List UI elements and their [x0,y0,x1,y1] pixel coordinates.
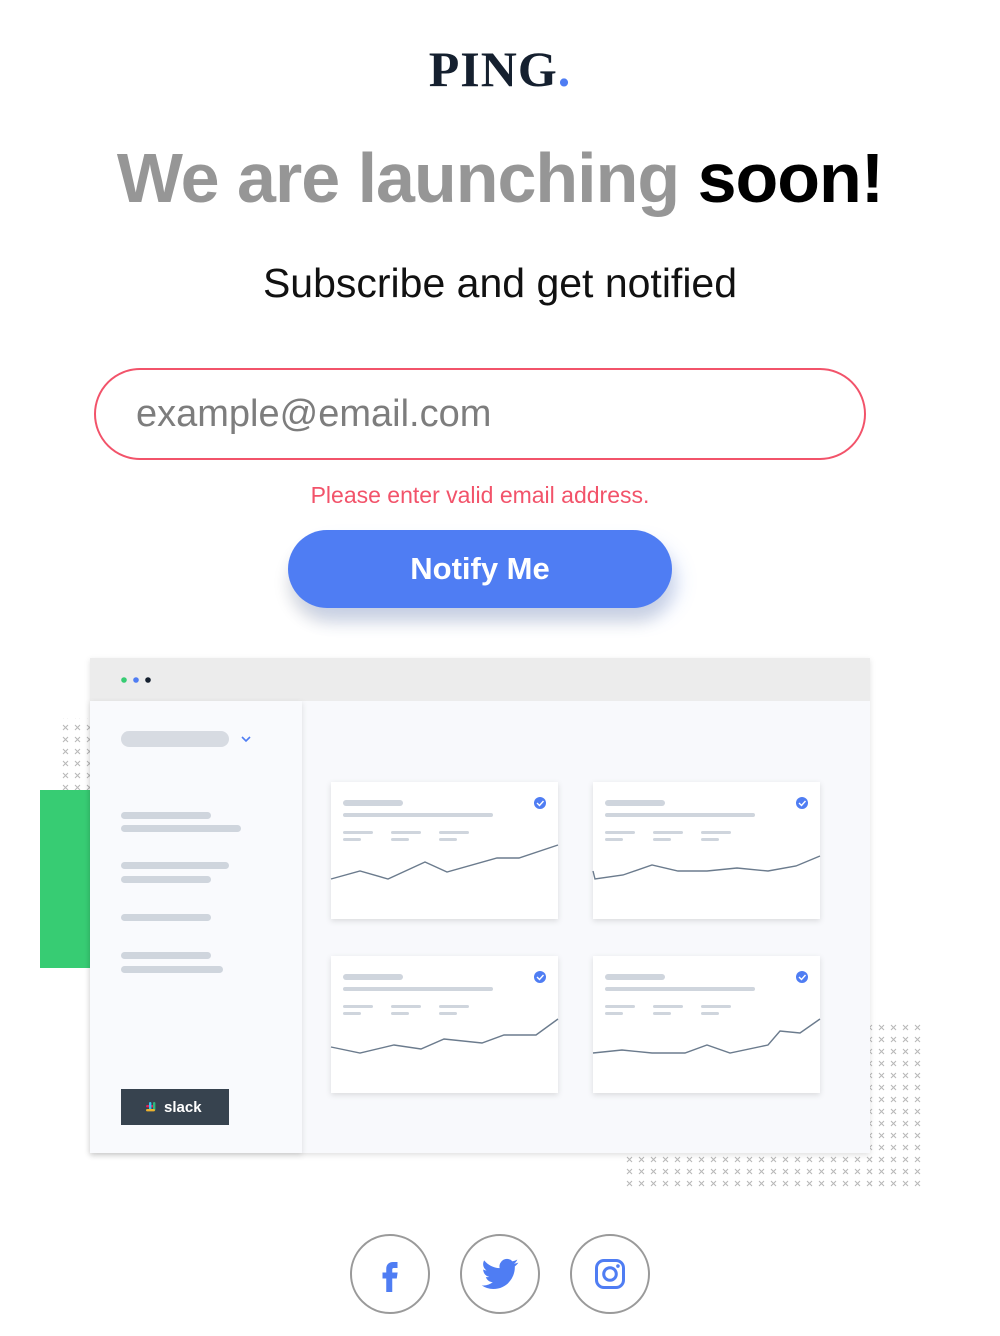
green-accent [40,790,92,968]
dashboard-illustration: slack [0,650,1000,1210]
chart-card-1 [330,782,559,919]
brand-logo: PING. [0,40,1000,98]
sidebar-select [121,731,229,747]
twitter-icon [481,1258,519,1289]
chart-card-2 [592,782,821,919]
chart-card-4 [592,956,821,1093]
title-light: We are launching [116,139,680,217]
title-bold: soon! [697,139,885,217]
facebook-icon [382,1262,398,1292]
window-dot-blue [133,677,139,683]
subtitle: Subscribe and get notified [262,260,738,306]
slack-label: slack [164,1099,202,1116]
social-links [0,1234,1000,1314]
brand-name: PING [428,41,558,97]
email-input[interactable] [94,368,866,460]
sidebar [90,701,302,1153]
window-titlebar [90,658,870,701]
twitter-link[interactable] [460,1234,540,1314]
chart-card-3 [330,956,559,1093]
facebook-link[interactable] [350,1234,430,1314]
brand-dot: . [557,41,572,97]
notify-me-button[interactable]: Notify Me [288,530,672,608]
window-dot-dark [145,677,151,683]
instagram-link[interactable] [570,1234,650,1314]
email-error-message: Please enter valid email address. [310,482,650,508]
instagram-icon [595,1259,625,1289]
window-dot-green [121,677,127,683]
pattern-bottom [626,1152,874,1188]
page-title: We are launching soon! [0,138,1000,218]
pattern-right [870,1022,922,1190]
